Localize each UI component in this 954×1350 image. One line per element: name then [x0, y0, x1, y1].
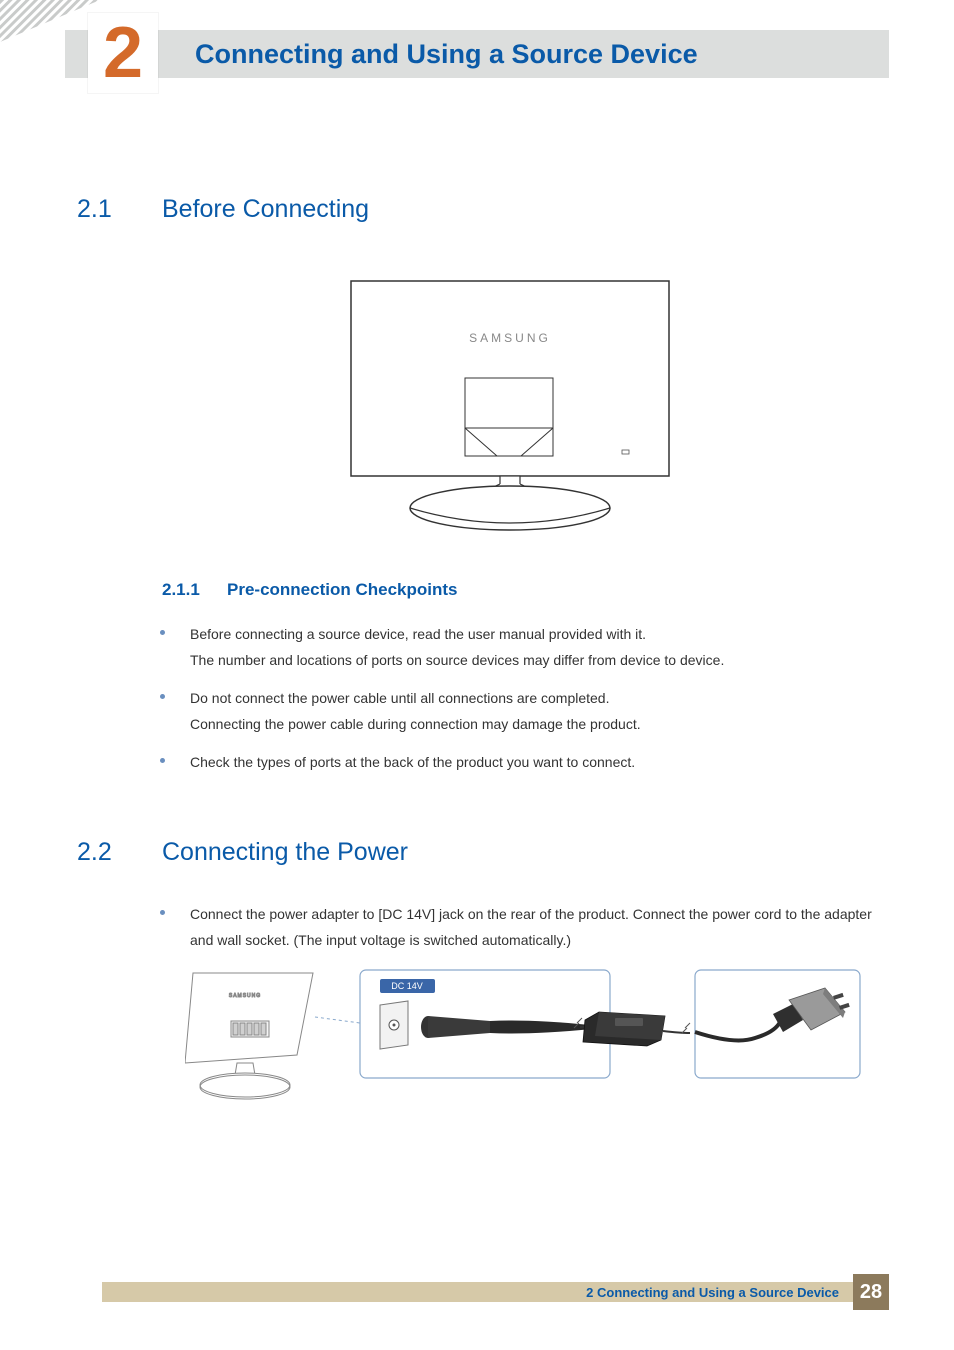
chapter-number-box: 2: [88, 13, 158, 93]
monitor-figure: SAMSUNG: [350, 280, 670, 535]
power-diagram: SAMSUNG DC 14V: [185, 965, 865, 1110]
section-2-2: 2.2 Connecting the Power: [77, 838, 874, 867]
bullet-text: Connect the power adapter to [DC 14V] ja…: [190, 906, 872, 948]
dc-label: DC 14V: [391, 981, 423, 991]
bullet-list-checkpoints: Before connecting a source device, read …: [160, 622, 874, 787]
bullet-icon: [160, 630, 165, 635]
bullet-icon: [160, 758, 165, 763]
page: Connecting and Using a Source Device 2 2…: [0, 0, 954, 1350]
section-2-1: 2.1 Before Connecting: [77, 195, 874, 224]
bullet-icon: [160, 910, 165, 915]
section-heading: 2.2 Connecting the Power: [77, 838, 874, 867]
footer-chapter-label: 2 Connecting and Using a Source Device: [586, 1285, 839, 1300]
chapter-title: Connecting and Using a Source Device: [195, 39, 698, 70]
subsection-2-1-1: 2.1.1 Pre-connection Checkpoints: [162, 580, 874, 600]
bullet-icon: [160, 694, 165, 699]
bullet-text: Connecting the power cable during connec…: [190, 716, 641, 732]
page-number-box: 28: [853, 1274, 889, 1310]
page-number: 28: [860, 1281, 882, 1304]
chapter-number: 2: [103, 17, 143, 89]
bullet-list-power: Connect the power adapter to [DC 14V] ja…: [160, 902, 874, 966]
section-number: 2.1: [77, 195, 162, 224]
brand-text: SAMSUNG: [469, 331, 551, 345]
bullet-text: The number and locations of ports on sou…: [190, 652, 724, 668]
svg-text:SAMSUNG: SAMSUNG: [229, 993, 261, 999]
subsection-title: Pre-connection Checkpoints: [227, 580, 457, 600]
list-item: Before connecting a source device, read …: [160, 622, 874, 674]
section-number: 2.2: [77, 838, 162, 867]
list-item: Connect the power adapter to [DC 14V] ja…: [160, 902, 874, 954]
bullet-text: Before connecting a source device, read …: [190, 626, 646, 642]
list-item: Do not connect the power cable until all…: [160, 686, 874, 738]
chapter-header-bar: Connecting and Using a Source Device: [65, 30, 889, 78]
section-title: Connecting the Power: [162, 838, 408, 867]
list-item: Check the types of ports at the back of …: [160, 750, 874, 776]
section-heading: 2.1 Before Connecting: [77, 195, 874, 224]
section-title: Before Connecting: [162, 195, 369, 224]
bullet-text: Check the types of ports at the back of …: [190, 754, 635, 770]
page-footer: 2 Connecting and Using a Source Device 2…: [102, 1274, 889, 1310]
subsection-number: 2.1.1: [162, 580, 227, 600]
bullet-text: Do not connect the power cable until all…: [190, 690, 609, 706]
subsection-heading: 2.1.1 Pre-connection Checkpoints: [162, 580, 874, 600]
